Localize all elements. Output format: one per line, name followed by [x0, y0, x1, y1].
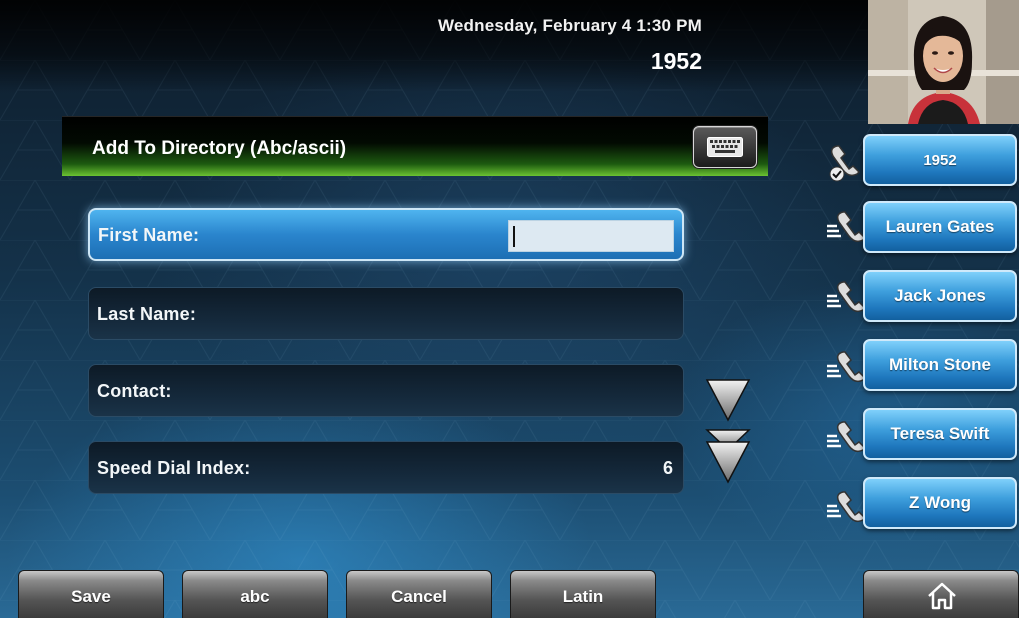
home-icon	[928, 582, 956, 610]
last-name-label: Last Name:	[97, 304, 197, 324]
line-key-label: Z Wong	[909, 493, 971, 512]
extension-number: 1952	[650, 48, 702, 74]
save-softkey[interactable]: Save	[18, 570, 164, 618]
line-key-label: Lauren Gates	[885, 217, 995, 236]
line-key-1952[interactable]: 1952	[863, 134, 1017, 186]
home-button[interactable]	[863, 570, 1019, 618]
line-key-teresa-swift[interactable]: Teresa Swift	[863, 408, 1017, 460]
line-key-milton-stone[interactable]: Milton Stone	[863, 339, 1017, 391]
last-name-field[interactable]: Last Name:	[88, 287, 684, 340]
speed-dial-index-value: 6	[662, 458, 673, 478]
contact-label: Contact:	[97, 381, 172, 401]
status-bar: Wednesday, February 4 1:30 PM 1952	[0, 0, 868, 92]
line-key-label: Jack Jones	[894, 286, 986, 305]
contact-field[interactable]: Contact:	[88, 364, 684, 417]
first-name-field[interactable]: First Name:	[88, 208, 684, 261]
date-time: Wednesday, February 4 1:30 PM	[437, 16, 702, 35]
speed-dial-icon	[827, 281, 865, 313]
speed-dial-index-label: Speed Dial Index:	[97, 458, 251, 478]
line-key-z-wong[interactable]: Z Wong	[863, 477, 1017, 529]
line-key-label: Milton Stone	[889, 355, 991, 374]
keyboard-button[interactable]	[693, 126, 757, 168]
softkey-label: abc	[240, 587, 270, 606]
phone-screen: Wednesday, February 4 1:30 PM 1952 Add T…	[0, 0, 1019, 618]
speed-dial-icon	[827, 491, 865, 523]
title-bar: Add To Directory (Abc/ascii)	[62, 116, 768, 176]
softkey-label: Save	[71, 587, 111, 606]
softkey-label: Cancel	[391, 587, 447, 606]
keyboard-icon	[707, 137, 743, 157]
screen-title: Add To Directory (Abc/ascii)	[92, 138, 347, 159]
speed-dial-icon	[827, 211, 865, 243]
registered-line-icon	[829, 145, 861, 182]
latin-softkey[interactable]: Latin	[510, 570, 656, 618]
abc-softkey[interactable]: abc	[182, 570, 328, 618]
first-name-input[interactable]	[508, 220, 674, 252]
scroll-down-icon[interactable]	[704, 376, 752, 422]
speed-dial-icon	[827, 421, 865, 453]
speed-dial-icon	[827, 351, 865, 383]
cancel-softkey[interactable]: Cancel	[346, 570, 492, 618]
first-name-label: First Name:	[98, 225, 200, 245]
line-key-lauren-gates[interactable]: Lauren Gates	[863, 201, 1017, 253]
line-key-label: Teresa Swift	[890, 424, 990, 443]
page-down-icon[interactable]	[704, 426, 752, 484]
line-key-jack-jones[interactable]: Jack Jones	[863, 270, 1017, 322]
speed-dial-index-field[interactable]: Speed Dial Index: 6	[88, 441, 684, 494]
line-key-label: 1952	[923, 152, 957, 169]
text-cursor	[513, 226, 515, 247]
user-avatar	[868, 0, 1019, 124]
softkey-label: Latin	[562, 587, 604, 606]
